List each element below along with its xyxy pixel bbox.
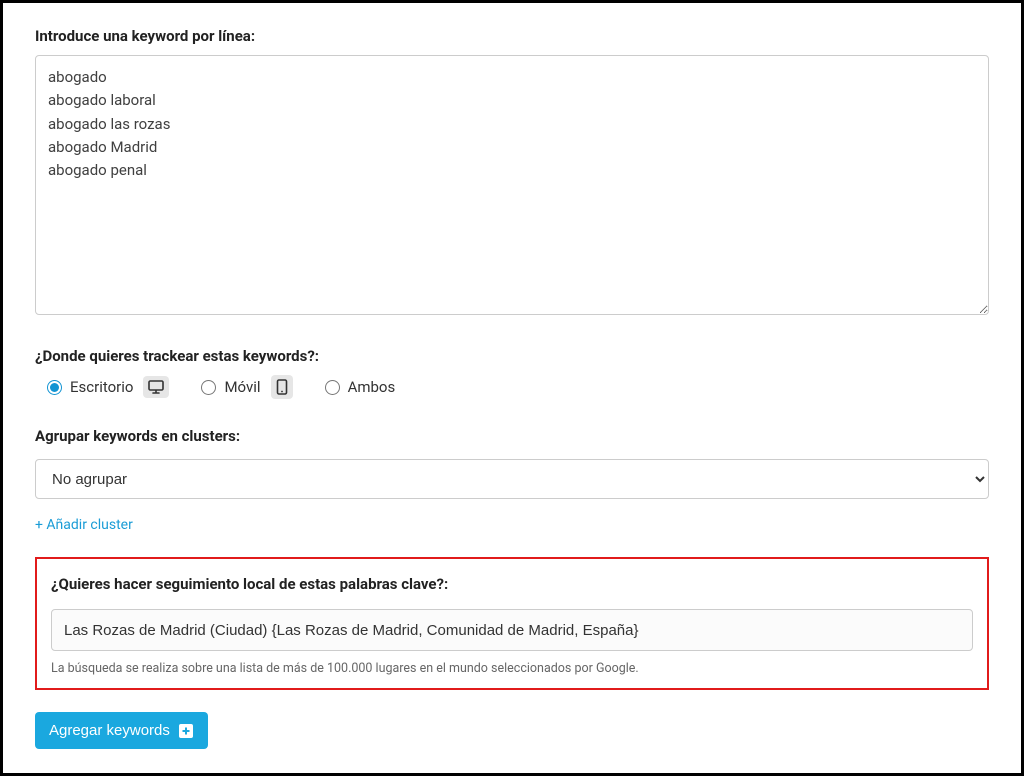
keywords-textarea[interactable] [35,55,989,315]
radio-both-label: Ambos [348,378,396,396]
keywords-section: Introduce una keyword por línea: [35,27,989,319]
local-label: ¿Quieres hacer seguimiento local de esta… [51,575,973,593]
radio-mobile-label: Móvil [224,378,260,396]
radio-option-desktop[interactable]: Escritorio [47,376,169,398]
form-container: Introduce una keyword por línea: ¿Donde … [0,0,1024,776]
mobile-icon [271,375,293,399]
tracking-section: ¿Donde quieres trackear estas keywords?:… [35,347,989,399]
cluster-label: Agrupar keywords en clusters: [35,427,989,445]
location-input[interactable] [51,609,973,651]
radio-desktop[interactable] [47,380,62,395]
keywords-label: Introduce una keyword por línea: [35,27,989,45]
radio-both[interactable] [325,380,340,395]
cluster-section: Agrupar keywords en clusters: No agrupar… [35,427,989,533]
add-cluster-link[interactable]: + Añadir cluster [35,517,133,533]
radio-mobile[interactable] [201,380,216,395]
radio-desktop-label: Escritorio [70,378,133,396]
tracking-label: ¿Donde quieres trackear estas keywords?: [35,347,989,365]
local-help-text: La búsqueda se realiza sobre una lista d… [51,661,973,676]
submit-button[interactable]: Agregar keywords [35,712,208,749]
tracking-radio-row: Escritorio Móvil [47,375,989,399]
desktop-icon [143,376,169,398]
radio-option-both[interactable]: Ambos [325,378,396,396]
cluster-select[interactable]: No agrupar [35,459,989,499]
plus-square-icon [178,723,194,739]
submit-label: Agregar keywords [49,722,170,739]
radio-option-mobile[interactable]: Móvil [201,375,292,399]
local-tracking-section: ¿Quieres hacer seguimiento local de esta… [35,557,989,690]
